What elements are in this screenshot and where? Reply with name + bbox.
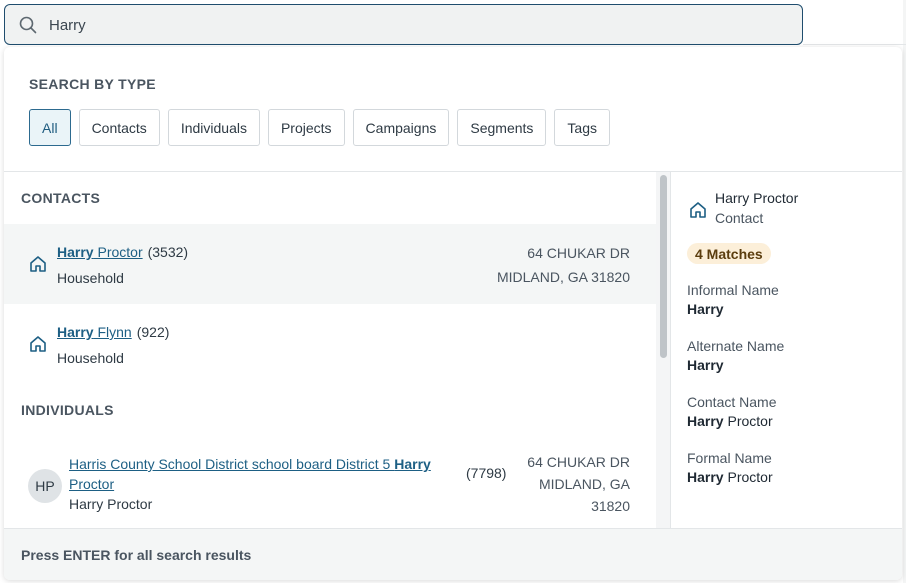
house-icon xyxy=(690,202,706,218)
contact-address: 64 CHUKAR DR MIDLAND, GA 31820 xyxy=(497,241,630,289)
match-highlight: Harry xyxy=(394,456,431,472)
search-icon xyxy=(19,16,37,34)
detail-field: Informal Name Harry xyxy=(687,282,779,317)
avatar: HP xyxy=(28,469,62,503)
type-filter-chips: All Contacts Individuals Projects Campai… xyxy=(29,109,610,146)
individual-address: 64 CHUKAR DR MIDLAND, GA 31820 xyxy=(510,451,630,517)
chip-contacts[interactable]: Contacts xyxy=(78,109,160,146)
scrollbar-thumb[interactable] xyxy=(660,175,667,358)
search-by-type-title: SEARCH BY TYPE xyxy=(29,76,156,92)
individual-name-link[interactable]: Harris County School District school boa… xyxy=(69,456,431,492)
contact-name-line: Harry Proctor (3532) xyxy=(57,244,188,260)
contact-result-row[interactable]: Harry Flynn (922) Household xyxy=(4,304,656,384)
contact-count: (3532) xyxy=(147,244,189,260)
detail-panel: Harry Proctor Contact 4 Matches Informal… xyxy=(671,172,902,528)
results-scrollbar[interactable] xyxy=(656,172,670,528)
address-line-1: 64 CHUKAR DR xyxy=(527,454,630,470)
address-line-2: MIDLAND, GA xyxy=(538,476,630,492)
match-highlight: Harry xyxy=(687,357,724,373)
contact-count: (922) xyxy=(136,324,170,340)
contact-name-link[interactable]: Harry Flynn xyxy=(57,324,132,340)
individual-result-row[interactable]: HP Harris County School District school … xyxy=(4,437,656,528)
detail-type: Contact xyxy=(715,210,764,226)
field-label: Alternate Name xyxy=(687,338,785,354)
field-label: Contact Name xyxy=(687,394,777,410)
individual-subtitle: Harry Proctor xyxy=(69,496,153,512)
field-label: Formal Name xyxy=(687,450,772,466)
detail-name: Harry Proctor xyxy=(715,190,799,206)
individual-count: (7798) xyxy=(466,465,507,481)
background-divider xyxy=(803,44,906,45)
field-value: Harry xyxy=(687,301,779,317)
name-rest: Proctor xyxy=(93,244,143,260)
search-footer: Press ENTER for all search results xyxy=(4,528,902,580)
match-highlight: Harry xyxy=(687,469,724,485)
contact-type: Household xyxy=(57,350,124,366)
contact-name-link[interactable]: Harry Proctor xyxy=(57,244,143,260)
name-rest: Proctor xyxy=(69,476,115,492)
value-rest: Proctor xyxy=(723,413,773,429)
contact-result-row[interactable]: Harry Proctor (3532) Household 64 CHUKAR … xyxy=(4,224,656,304)
name-rest: Flynn xyxy=(93,324,132,340)
field-value: Harry xyxy=(687,357,784,373)
address-line-1: 64 CHUKAR DR xyxy=(527,245,630,261)
address-line-2: MIDLAND, GA 31820 xyxy=(496,269,630,285)
detail-field: Alternate Name Harry xyxy=(687,338,784,373)
chip-projects[interactable]: Projects xyxy=(267,109,345,146)
match-highlight: Harry xyxy=(687,301,724,317)
address-line-3: 31820 xyxy=(591,498,630,514)
name-prefix: Harris County School District school boa… xyxy=(69,456,395,472)
match-highlight: Harry xyxy=(57,244,94,260)
chip-segments[interactable]: Segments xyxy=(457,109,547,146)
match-highlight: Harry xyxy=(687,413,724,429)
chip-all[interactable]: All xyxy=(29,109,71,146)
contacts-section-title: CONTACTS xyxy=(21,190,101,206)
contact-type: Household xyxy=(57,270,124,286)
detail-field: Contact Name Harry Proctor xyxy=(687,394,776,429)
chip-individuals[interactable]: Individuals xyxy=(167,109,260,146)
field-label: Informal Name xyxy=(687,282,779,298)
matches-badge: 4 Matches xyxy=(687,243,771,264)
individuals-section-title: INDIVIDUALS xyxy=(21,402,114,418)
chip-tags[interactable]: Tags xyxy=(554,109,610,146)
field-value: Harry Proctor xyxy=(687,413,776,429)
search-input[interactable] xyxy=(49,13,749,37)
field-value: Harry Proctor xyxy=(687,469,773,485)
individual-name-line: Harris County School District school boa… xyxy=(69,454,464,494)
chip-campaigns[interactable]: Campaigns xyxy=(352,109,450,146)
search-bar[interactable] xyxy=(4,4,803,45)
house-icon xyxy=(30,256,46,272)
results-list: CONTACTS Harry Proctor (3532) Household 6… xyxy=(4,172,656,528)
contact-name-line: Harry Flynn (922) xyxy=(57,324,169,340)
search-dropdown: SEARCH BY TYPE All Contacts Individuals … xyxy=(4,47,902,580)
value-rest: Proctor xyxy=(723,469,773,485)
detail-field: Formal Name Harry Proctor xyxy=(687,450,773,485)
match-highlight: Harry xyxy=(57,324,94,340)
footer-hint: Press ENTER for all search results xyxy=(21,547,252,563)
house-icon xyxy=(30,336,46,352)
